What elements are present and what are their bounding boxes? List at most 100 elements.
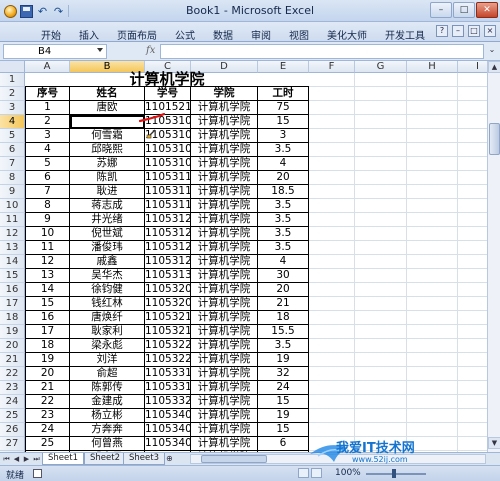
column-header-g[interactable]: G [355, 61, 407, 73]
grid-cell[interactable] [458, 185, 487, 199]
table-header-cell[interactable]: 工时 [258, 87, 309, 101]
row-header-27[interactable]: 27 [0, 437, 25, 451]
table-cell[interactable]: 19 [258, 353, 309, 367]
table-cell[interactable]: 11053408 [145, 437, 191, 451]
grid-cell[interactable] [458, 73, 487, 87]
grid-cell[interactable] [355, 269, 407, 283]
table-cell[interactable]: 22 [25, 395, 70, 409]
grid-cell[interactable] [355, 297, 407, 311]
table-cell[interactable]: 24 [258, 381, 309, 395]
table-cell[interactable]: 金建成 [70, 395, 145, 409]
table-cell[interactable]: 唐焕纤 [70, 311, 145, 325]
table-cell[interactable]: 11053106 [145, 143, 191, 157]
table-cell[interactable]: 耿家利 [70, 325, 145, 339]
row-header-5[interactable]: 5 [0, 129, 25, 143]
row-header-22[interactable]: 22 [0, 367, 25, 381]
column-header-i[interactable]: I [458, 61, 487, 73]
grid-cell[interactable] [355, 311, 407, 325]
table-cell[interactable]: 15.5 [258, 325, 309, 339]
table-cell[interactable]: 倪世斌 [70, 227, 145, 241]
grid-cell[interactable] [407, 255, 458, 269]
grid-cell[interactable] [355, 381, 407, 395]
macro-record-icon[interactable] [33, 469, 42, 478]
table-cell[interactable]: 11053110 [145, 171, 191, 185]
table-cell[interactable]: 11053205 [145, 297, 191, 311]
grid-cell[interactable] [309, 157, 355, 171]
row-header-24[interactable]: 24 [0, 395, 25, 409]
table-cell[interactable]: 19 [258, 409, 309, 423]
fx-label[interactable]: fx [146, 45, 155, 56]
table-cell[interactable]: 计算机学院 [191, 297, 258, 311]
grid-cell[interactable] [355, 73, 407, 87]
grid-cell[interactable] [355, 171, 407, 185]
expand-formula-bar-icon[interactable]: ⌄ [487, 45, 497, 58]
grid-cell[interactable] [355, 283, 407, 297]
table-cell[interactable]: 20 [258, 171, 309, 185]
grid-cell[interactable] [458, 339, 487, 353]
table-cell[interactable]: 1 [25, 101, 70, 115]
table-cell[interactable]: 8 [25, 199, 70, 213]
table-cell[interactable]: 刘洋 [70, 353, 145, 367]
grid-cell[interactable] [458, 353, 487, 367]
table-cell[interactable]: 计算机学院 [191, 311, 258, 325]
table-cell[interactable]: 11053226 [145, 353, 191, 367]
table-cell[interactable]: 24 [25, 423, 70, 437]
horizontal-scroll-thumb[interactable] [201, 455, 267, 463]
grid-cell[interactable] [458, 283, 487, 297]
grid-cell[interactable] [407, 339, 458, 353]
table-cell[interactable]: 计算机学院 [191, 101, 258, 115]
row-header-9[interactable]: 9 [0, 185, 25, 199]
table-cell[interactable]: 计算机学院 [191, 269, 258, 283]
grid-cell[interactable] [309, 367, 355, 381]
table-cell[interactable]: 75 [258, 101, 309, 115]
table-cell[interactable]: 潘俊玮 [70, 241, 145, 255]
table-cell[interactable]: 12 [25, 255, 70, 269]
minimize-button[interactable]: – [430, 2, 452, 18]
row-header-11[interactable]: 11 [0, 213, 25, 227]
table-cell[interactable]: 何曾燕 [70, 437, 145, 451]
grid-cell[interactable] [309, 297, 355, 311]
table-cell[interactable]: 25 [25, 437, 70, 451]
row-header-16[interactable]: 16 [0, 283, 25, 297]
table-cell[interactable]: 18 [258, 311, 309, 325]
grid-cell[interactable] [407, 227, 458, 241]
grid-cell[interactable] [458, 269, 487, 283]
table-cell[interactable]: 11053212 [145, 311, 191, 325]
grid-cell[interactable] [407, 395, 458, 409]
table-cell[interactable]: 计算机学院 [191, 339, 258, 353]
sheet-tab-sheet1[interactable]: Sheet1 [42, 453, 84, 465]
grid-cell[interactable] [458, 367, 487, 381]
table-cell[interactable]: 计算机学院 [191, 199, 258, 213]
row-header-25[interactable]: 25 [0, 409, 25, 423]
grid-cell[interactable] [355, 101, 407, 115]
table-cell[interactable]: 3.5 [258, 143, 309, 157]
table-cell[interactable]: 20 [258, 283, 309, 297]
grid-cell[interactable] [458, 409, 487, 423]
row-header-26[interactable]: 26 [0, 423, 25, 437]
ribbon-minimize-icon[interactable]: – [452, 25, 464, 37]
close-button[interactable]: ✕ [476, 2, 498, 18]
grid-cell[interactable] [407, 297, 458, 311]
table-cell[interactable]: 杨立彬 [70, 409, 145, 423]
last-sheet-icon[interactable]: ⏭ [32, 454, 41, 464]
table-cell[interactable]: 15 [258, 395, 309, 409]
table-cell[interactable]: 计算机学院 [191, 115, 258, 129]
grid-cell[interactable] [309, 185, 355, 199]
grid-cell[interactable] [309, 227, 355, 241]
grid-cell[interactable] [355, 409, 407, 423]
grid-cell[interactable] [309, 101, 355, 115]
grid-cell[interactable] [355, 325, 407, 339]
row-header-8[interactable]: 8 [0, 171, 25, 185]
grid-cell[interactable] [309, 339, 355, 353]
vertical-scroll-thumb[interactable] [489, 123, 500, 155]
grid-cell[interactable] [458, 381, 487, 395]
table-header-cell[interactable]: 学号 [145, 87, 191, 101]
table-cell[interactable]: 11053121 [145, 213, 191, 227]
table-cell[interactable]: 23 [25, 409, 70, 423]
table-cell[interactable]: 6 [258, 437, 309, 451]
row-header-20[interactable]: 20 [0, 339, 25, 353]
row-header-13[interactable]: 13 [0, 241, 25, 255]
table-cell[interactable]: 5 [25, 157, 70, 171]
scroll-up-icon[interactable]: ▲ [488, 61, 500, 73]
table-cell[interactable]: 钱红林 [70, 297, 145, 311]
